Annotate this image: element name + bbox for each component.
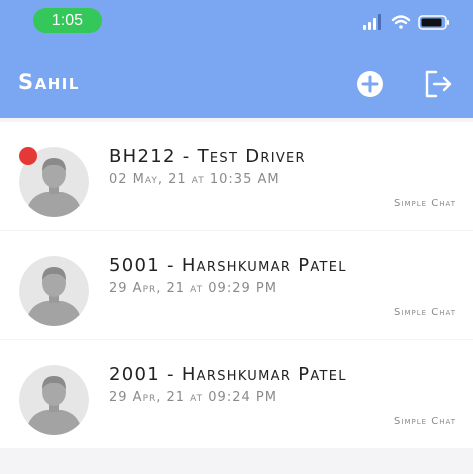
signal-icon (363, 14, 381, 30)
status-time: 1:05 (33, 8, 102, 33)
person-placeholder-icon (19, 365, 89, 435)
logout-button[interactable] (423, 69, 453, 99)
chat-list-item[interactable]: 5001 - Harshkumar Patel 29 Apr, 21 at 09… (0, 231, 473, 339)
add-chat-button[interactable] (355, 69, 385, 99)
wifi-icon (391, 15, 411, 29)
chat-title: 5001 - Harshkumar Patel (109, 255, 347, 276)
chat-list-item[interactable]: BH212 - Test Driver 02 May, 21 at 10:35 … (0, 122, 473, 230)
logout-icon (425, 70, 452, 98)
chat-list-item[interactable]: 2001 - Harshkumar Patel 29 Apr, 21 at 09… (0, 340, 473, 448)
chat-type-label: Simple Chat (394, 416, 456, 427)
chat-title: BH212 - Test Driver (109, 146, 306, 167)
avatar (19, 256, 89, 326)
avatar (19, 365, 89, 435)
status-bar: 1:05 (0, 0, 473, 44)
chat-type-label: Simple Chat (394, 307, 456, 318)
battery-icon (418, 15, 449, 30)
chat-type-label: Simple Chat (394, 198, 456, 209)
page-title: Sahil (18, 70, 80, 94)
header: 1:05 Sahil (0, 0, 473, 118)
chat-timestamp: 29 Apr, 21 at 09:24 PM (109, 390, 277, 405)
chat-list: BH212 - Test Driver 02 May, 21 at 10:35 … (0, 118, 473, 474)
person-placeholder-icon (19, 256, 89, 326)
chat-title: 2001 - Harshkumar Patel (109, 364, 347, 385)
add-circle-icon (357, 71, 383, 97)
status-icons (363, 12, 453, 32)
navigation-bar: Sahil (0, 44, 473, 118)
unread-indicator (19, 147, 37, 165)
chat-timestamp: 29 Apr, 21 at 09:29 PM (109, 281, 277, 296)
chat-timestamp: 02 May, 21 at 10:35 AM (109, 172, 280, 187)
